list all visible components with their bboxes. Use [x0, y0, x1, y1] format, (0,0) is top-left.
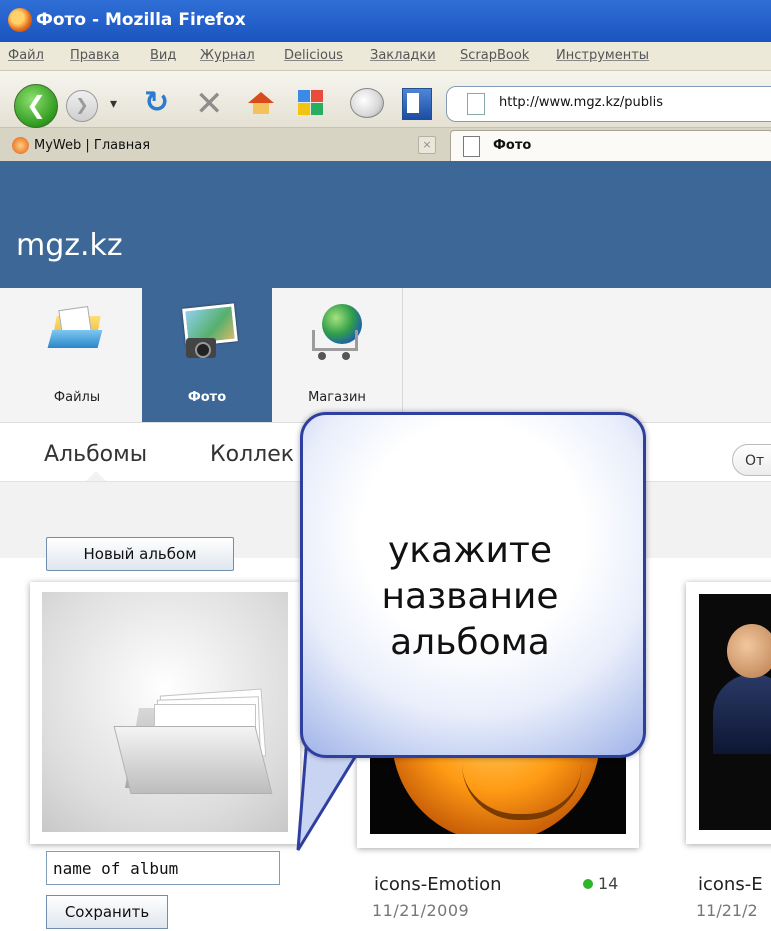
album-title[interactable]: icons-E — [698, 874, 763, 895]
album-title[interactable]: icons-Emotion — [374, 874, 502, 895]
app-label: Фото — [187, 390, 227, 405]
person-head-image — [727, 624, 771, 678]
reload-icon[interactable]: ↻ — [144, 85, 169, 120]
tab-albums[interactable]: Альбомы — [44, 442, 147, 467]
folder-icon — [113, 682, 273, 794]
tab-label: MyWeb | Главная — [34, 138, 151, 153]
new-album-button[interactable]: Новый альбом — [46, 537, 234, 571]
tab-photo[interactable]: Фото — [450, 130, 771, 162]
active-tab-caret — [86, 471, 106, 481]
app-photo[interactable]: Фото — [142, 288, 272, 422]
tab-collections[interactable]: Коллек — [210, 442, 294, 467]
menu-bookmarks[interactable]: Закладки — [370, 48, 436, 63]
site-logo[interactable]: mgz.kz — [16, 228, 123, 263]
menu-scrapbook[interactable]: ScrapBook — [460, 48, 529, 63]
url-text: http://www.mgz.kz/publis — [499, 95, 664, 110]
shop-icon — [306, 302, 366, 362]
business-person-image — [713, 674, 771, 754]
photo-icon — [180, 303, 238, 360]
callout-line: укажите — [387, 530, 553, 571]
album-date: 11/21/2 — [696, 901, 758, 920]
album-thumbnail — [42, 592, 288, 832]
firefox-icon — [8, 8, 32, 32]
files-icon — [47, 306, 103, 352]
page-icon — [467, 93, 485, 115]
myweb-favicon-icon — [12, 137, 29, 154]
photo-count-dot-icon — [583, 879, 593, 889]
album-thumbnail — [699, 594, 771, 830]
tab-myweb[interactable]: MyWeb | Главная × — [6, 132, 446, 160]
close-tab-icon[interactable]: × — [418, 136, 436, 154]
stop-icon[interactable]: ✕ — [195, 84, 224, 124]
app-shop[interactable]: Магазин — [272, 288, 402, 422]
tab-label: Фото — [493, 138, 532, 153]
menu-view[interactable]: Вид — [150, 48, 176, 63]
home-icon[interactable] — [248, 92, 274, 114]
app-label: Магазин — [308, 390, 366, 405]
chat-icon[interactable] — [350, 88, 384, 118]
window-title: Фото - Mozilla Firefox — [36, 10, 246, 30]
album-card[interactable] — [686, 582, 771, 844]
site-header-top — [0, 161, 771, 198]
window-title-bar: Фото - Mozilla Firefox — [0, 0, 771, 42]
new-album-card — [30, 582, 300, 844]
bookmark-icon[interactable] — [402, 88, 432, 120]
page-icon — [463, 136, 480, 157]
menu-edit[interactable]: Правка — [70, 48, 119, 63]
menu-tools[interactable]: Инструменты — [556, 48, 649, 63]
forward-button[interactable]: ❯ — [66, 90, 98, 122]
apps-divider — [402, 288, 403, 422]
menu-file[interactable]: Файл — [8, 48, 44, 63]
callout-line: альбома — [390, 622, 550, 663]
history-dropdown-icon[interactable]: ▾ — [110, 96, 117, 112]
app-label: Файлы — [53, 390, 101, 405]
menu-history[interactable]: Журнал — [200, 48, 255, 63]
app-files[interactable]: Файлы — [12, 288, 142, 422]
menu-delicious[interactable]: Delicious — [284, 48, 343, 63]
save-button[interactable]: Сохранить — [46, 895, 168, 929]
callout-text: укажите название альбома — [300, 528, 640, 666]
photo-count: 14 — [598, 874, 619, 893]
filter-pill-button[interactable]: От — [732, 444, 771, 476]
menu-bar: Файл Правка Вид Журнал Delicious Закладк… — [0, 42, 771, 71]
album-name-input[interactable] — [46, 851, 280, 885]
google-toolbar-icon[interactable] — [298, 90, 324, 116]
callout-line: название — [381, 576, 559, 617]
album-date: 11/21/2009 — [372, 901, 470, 920]
address-bar[interactable]: http://www.mgz.kz/publis — [446, 86, 771, 122]
back-button[interactable]: ❮ — [14, 84, 58, 128]
